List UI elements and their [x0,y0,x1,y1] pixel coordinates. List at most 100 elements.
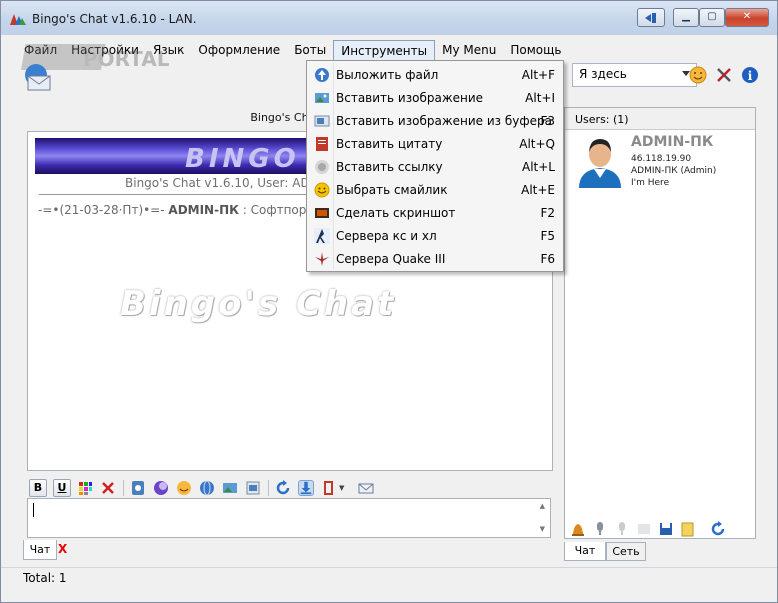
globe-icon[interactable] [199,480,215,496]
status-select[interactable]: Я здесь [572,63,697,87]
message-input[interactable]: ▲ ▼ [27,498,551,538]
send-message-icon[interactable] [358,480,374,496]
message-user[interactable]: ADMIN-ПК [168,203,239,217]
screenshot-icon [315,208,329,218]
bookmark-icon[interactable] [321,480,337,496]
counter-strike-icon [314,228,330,244]
clipboard-image-icon[interactable] [245,480,261,496]
menu-item-insert-quote[interactable]: Вставить цитату Alt+Q [309,133,561,156]
window-title: Bingo's Chat v1.6.10 - LAN. [32,12,197,26]
save-icon[interactable] [658,521,674,537]
refresh-icon[interactable] [710,521,726,537]
format-toolbar: B U ▼ [27,477,551,498]
tray-arrow-icon [645,13,656,23]
underline-button[interactable]: U [53,478,71,497]
menu-item-upload-file[interactable]: Выложить файл Alt+F [309,64,561,87]
chevron-down-icon[interactable]: ▼ [339,484,344,492]
user-host: ADMIN-ПК (Admin) [631,166,717,176]
insert-image-icon [315,93,329,103]
status-total: Total: 1 [23,571,67,585]
status-bar: Total: 1 [1,567,777,587]
menu-item-label: Вставить изображение из буфера [336,114,552,128]
chat-watermark: Bingo's Chat [120,284,397,324]
menu-item-shortcut: F2 [540,206,555,220]
menu-item-label: Выбрать смайлик [336,183,448,197]
users-toolbar [564,517,756,541]
alert-bell-icon[interactable] [570,521,586,537]
menu-item-screenshot[interactable]: Сделать скриншот F2 [309,202,561,225]
menu-item-label: Вставить цитату [336,137,443,151]
title-bar: Bingo's Chat v1.6.10 - LAN. ▁ ▢ ✕ [1,1,777,35]
tab-network[interactable]: Сеть [606,542,646,561]
notes-icon[interactable] [680,521,696,537]
refresh-icon[interactable] [275,479,291,496]
link-icon [315,160,329,174]
microphone-muted-icon[interactable] [614,521,630,537]
tab-users-chat[interactable]: Чат [564,542,606,561]
menu-item-insert-link[interactable]: Вставить ссылку Alt+L [309,156,561,179]
smiley-icon[interactable] [176,480,192,496]
menu-item-label: Вставить ссылку [336,160,443,174]
clear-format-icon[interactable] [100,480,116,496]
menu-my-menu[interactable]: My Menu [435,40,503,60]
scroll-up-icon[interactable]: ▲ [540,502,545,510]
close-tab-icon[interactable]: X [58,542,67,556]
menu-item-shortcut: F6 [540,252,555,266]
user-card-icon[interactable] [636,521,652,537]
menu-tools[interactable]: Инструменты [333,40,436,60]
menu-item-shortcut: F5 [540,229,555,243]
download-icon[interactable] [298,479,314,496]
menu-item-cs-servers[interactable]: Сервера кс и хл F5 [309,225,561,248]
restore-tray-button[interactable] [637,8,665,27]
microphone-icon[interactable] [592,521,608,537]
menu-item-shortcut: Alt+Q [519,137,555,151]
user-name: ADMIN-ПК [631,134,714,150]
smiley-icon[interactable] [689,66,707,84]
minimize-button[interactable]: ▁ [673,8,699,27]
bold-button[interactable]: B [29,478,47,497]
menu-item-shortcut: Alt+I [525,91,555,105]
insert-image-icon[interactable] [222,480,238,496]
menu-item-label: Вставить изображение [336,91,484,105]
message-timestamp: -=•(21-03-28·Пт)•=- [38,203,169,217]
message-envelope-icon[interactable] [23,63,57,93]
menu-help[interactable]: Помощь [503,40,568,60]
scroll-down-icon[interactable]: ▼ [540,525,545,533]
user-list-item[interactable]: ADMIN-ПК 46.118.19.90 ADMIN-ПК (Admin) I… [573,134,749,190]
user-status: I'm Here [631,178,670,188]
menu-item-insert-image[interactable]: Вставить изображение Alt+I [309,87,561,110]
close-button[interactable]: ✕ [725,8,769,27]
chat-message: -=•(21-03-28·Пт)•=- ADMIN-ПК : Софтпорта… [38,203,333,217]
status-select-value: Я здесь [579,67,627,81]
menu-item-shortcut: Alt+E [521,183,555,197]
info-icon[interactable]: i [741,66,759,84]
avatar [579,139,621,188]
menu-item-choose-smiley[interactable]: Выбрать смайлик Alt+E [309,179,561,202]
moon-icon[interactable] [153,480,169,496]
clipboard-image-icon [314,115,330,127]
main-window: Bingo's Chat v1.6.10 - LAN. ▁ ▢ ✕ Файл Н… [0,0,778,603]
menu-bots[interactable]: Боты [287,40,333,60]
tab-chat[interactable]: Чат [23,540,57,560]
tools-icon[interactable] [715,66,733,84]
upload-file-icon [315,68,329,82]
menu-item-paste-image[interactable]: Вставить изображение из буфера F3 [309,110,561,133]
color-palette-icon[interactable] [77,480,93,496]
menu-item-label: Выложить файл [336,68,439,82]
menu-item-quake-servers[interactable]: Сервера Quake III F6 [309,248,561,271]
menu-item-shortcut: Alt+F [521,68,555,82]
app-logo-icon [10,14,26,25]
quote-icon [316,137,328,151]
file-icon[interactable] [130,480,146,496]
quake-icon [315,252,329,266]
users-header: Users: (1) [565,108,755,130]
menu-item-label: Сервера кс и хл [336,229,437,243]
maximize-button[interactable]: ▢ [699,8,725,27]
user-ip: 46.118.19.90 [631,154,692,164]
tools-dropdown-menu: Выложить файл Alt+F Вставить изображение… [306,60,564,272]
svg-text:i: i [748,69,753,83]
text-caret [33,503,34,517]
version-line: Bingo's Chat v1.6.10, User: AD [125,176,310,190]
toolbar-separator [268,479,269,496]
menu-item-shortcut: Alt+L [522,160,555,174]
